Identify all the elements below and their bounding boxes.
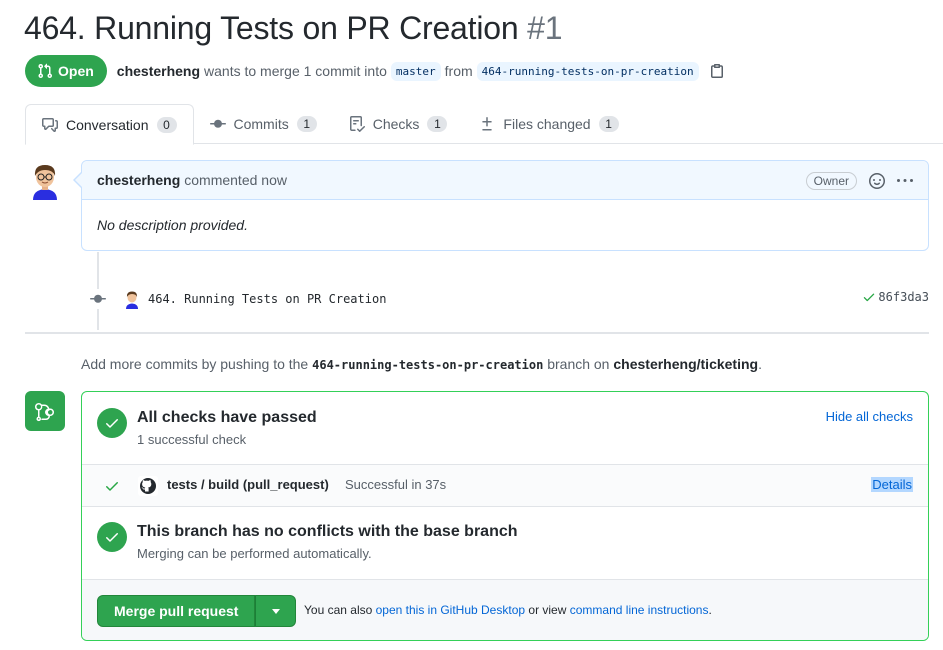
comment-author[interactable]: chesterheng <box>97 172 180 188</box>
tab-commits[interactable]: Commits 1 <box>194 104 333 144</box>
github-desktop-link[interactable]: open this in GitHub Desktop <box>376 603 525 617</box>
push-hint-prefix: Add more commits by pushing to the <box>81 356 309 372</box>
pr-author-link[interactable]: chesterheng <box>117 63 200 79</box>
conflicts-subtitle: Merging can be performed automatically. <box>137 546 372 561</box>
comment-discussion-icon <box>42 117 58 132</box>
check-circle-icon <box>97 522 127 552</box>
kebab-horizontal-icon[interactable] <box>897 173 913 189</box>
conflicts-title: This branch has no conflicts with the ba… <box>137 523 518 540</box>
repo-link[interactable]: chesterheng/ticketing <box>613 356 758 372</box>
owner-badge: Owner <box>805 171 857 190</box>
pr-title: 464. Running Tests on PR Creation #1 <box>24 10 563 47</box>
tab-checks-label: Checks <box>372 116 420 132</box>
hide-all-checks-link[interactable]: Hide all checks <box>826 409 913 424</box>
tab-checks[interactable]: Checks 1 <box>333 104 464 144</box>
tab-commits-count: 1 <box>296 116 317 132</box>
comment-header: chesterheng commented now Owner <box>82 161 928 200</box>
check-run-row: tests / build (pull_request) Successful … <box>82 464 928 507</box>
checks-title: All checks have passed <box>137 409 317 426</box>
timeline-commit: 464. Running Tests on PR Creation 86f3da… <box>88 288 929 310</box>
tab-conversation[interactable]: Conversation 0 <box>25 104 194 145</box>
commit-sha-link[interactable]: 86f3da3 <box>878 290 929 304</box>
commit-message-link[interactable]: 464. Running Tests on PR Creation <box>148 292 386 306</box>
from-text: from <box>444 63 473 79</box>
merge-hint-prefix: You can also <box>304 603 373 617</box>
merge-text: wants to merge 1 commit into <box>204 63 387 79</box>
clipboard-icon[interactable] <box>709 63 725 79</box>
state-badge: Open <box>25 55 107 87</box>
head-branch[interactable]: 464-running-tests-on-pr-creation <box>476 61 699 81</box>
comment-body: No description provided. <box>97 217 248 233</box>
merge-hint: You can also open this in GitHub Desktop… <box>304 603 712 617</box>
checklist-icon <box>349 116 365 132</box>
github-actions-icon <box>138 476 158 496</box>
check-icon <box>104 478 120 494</box>
avatar[interactable] <box>25 160 65 200</box>
merge-button-group: Merge pull request <box>97 595 297 627</box>
check-run-status: Successful in 37s <box>345 477 447 492</box>
merge-actions: Merge pull request You can also open thi… <box>82 579 928 640</box>
push-hint-branch: 464-running-tests-on-pr-creation <box>312 358 544 372</box>
tab-files-changed-count: 1 <box>598 116 619 132</box>
merge-hint-middle: or view <box>528 603 567 617</box>
check-circle-icon <box>97 408 127 438</box>
pr-title-text: 464. Running Tests on PR Creation <box>24 10 519 46</box>
tab-files-changed[interactable]: Files changed 1 <box>463 104 634 144</box>
details-link[interactable]: Details <box>871 477 913 492</box>
git-commit-icon <box>88 289 108 309</box>
merge-pull-request-button[interactable]: Merge pull request <box>97 595 256 627</box>
push-hint: Add more commits by pushing to the 464-r… <box>81 356 762 372</box>
timeline-divider <box>25 332 929 334</box>
tab-checks-count: 1 <box>427 116 448 132</box>
commit-avatar[interactable] <box>122 289 142 309</box>
git-commit-icon <box>209 119 226 128</box>
tab-commits-label: Commits <box>233 116 289 132</box>
file-diff-icon <box>482 117 493 131</box>
git-merge-icon <box>25 391 65 431</box>
command-line-link[interactable]: command line instructions <box>570 603 709 617</box>
pr-meta: Open chesterheng wants to merge 1 commit… <box>25 55 725 87</box>
push-hint-middle: branch on <box>547 356 610 372</box>
merge-method-dropdown[interactable] <box>255 595 297 627</box>
comment-box: chesterheng commented now Owner No descr… <box>73 160 929 251</box>
comment-timestamp: commented now <box>184 172 287 188</box>
check-icon <box>864 293 875 302</box>
pr-number: #1 <box>527 10 563 46</box>
push-hint-suffix: . <box>758 356 762 372</box>
merge-hint-suffix: . <box>708 603 712 617</box>
pull-request-icon <box>38 63 53 79</box>
base-branch[interactable]: master <box>390 61 441 81</box>
tab-files-changed-label: Files changed <box>503 116 591 132</box>
merge-box: All checks have passed 1 successful chec… <box>81 391 929 641</box>
triangle-down-icon <box>271 609 280 614</box>
check-run-name: tests / build (pull_request) <box>167 477 329 492</box>
tab-conversation-label: Conversation <box>66 116 149 133</box>
commit-sha: 86f3da3 <box>862 290 929 304</box>
tab-conversation-count: 0 <box>156 116 177 133</box>
conflicts-status: This branch has no conflicts with the ba… <box>82 507 928 579</box>
smiley-icon[interactable] <box>869 172 885 189</box>
checks-subtitle: 1 successful check <box>137 432 247 447</box>
pr-tabs: Conversation 0 Commits 1 Checks 1 Files … <box>25 104 943 145</box>
checks-summary: All checks have passed 1 successful chec… <box>82 392 928 464</box>
state-label: Open <box>58 63 94 79</box>
